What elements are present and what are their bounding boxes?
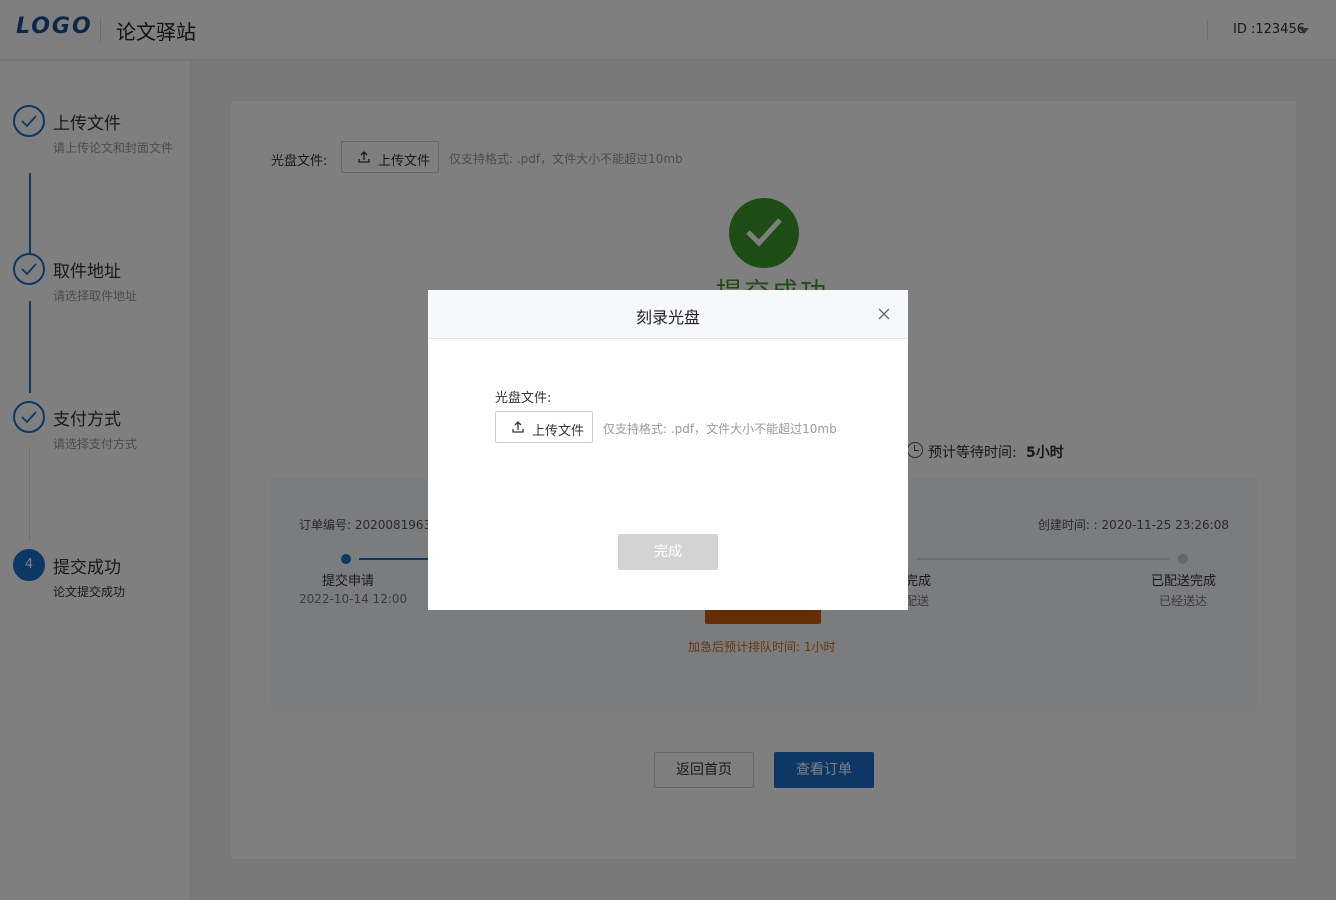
done-button[interactable]: 完成 <box>618 534 718 570</box>
modal-cd-label: 光盘文件: <box>495 391 552 406</box>
modal-upload-button[interactable]: 上传文件 <box>495 411 593 443</box>
modal-header: 刻录光盘 <box>428 290 908 339</box>
upload-icon <box>512 421 524 433</box>
modal-upload-hint: 仅支持格式: .pdf，文件大小不能超过10mb <box>603 422 837 436</box>
burn-cd-modal: 刻录光盘 光盘文件: 上传文件 仅支持格式: .pdf，文件大小不能超过10mb… <box>428 290 908 610</box>
modal-title: 刻录光盘 <box>635 308 700 327</box>
upload-label: 上传文件 <box>532 424 585 439</box>
close-icon[interactable] <box>877 307 891 321</box>
